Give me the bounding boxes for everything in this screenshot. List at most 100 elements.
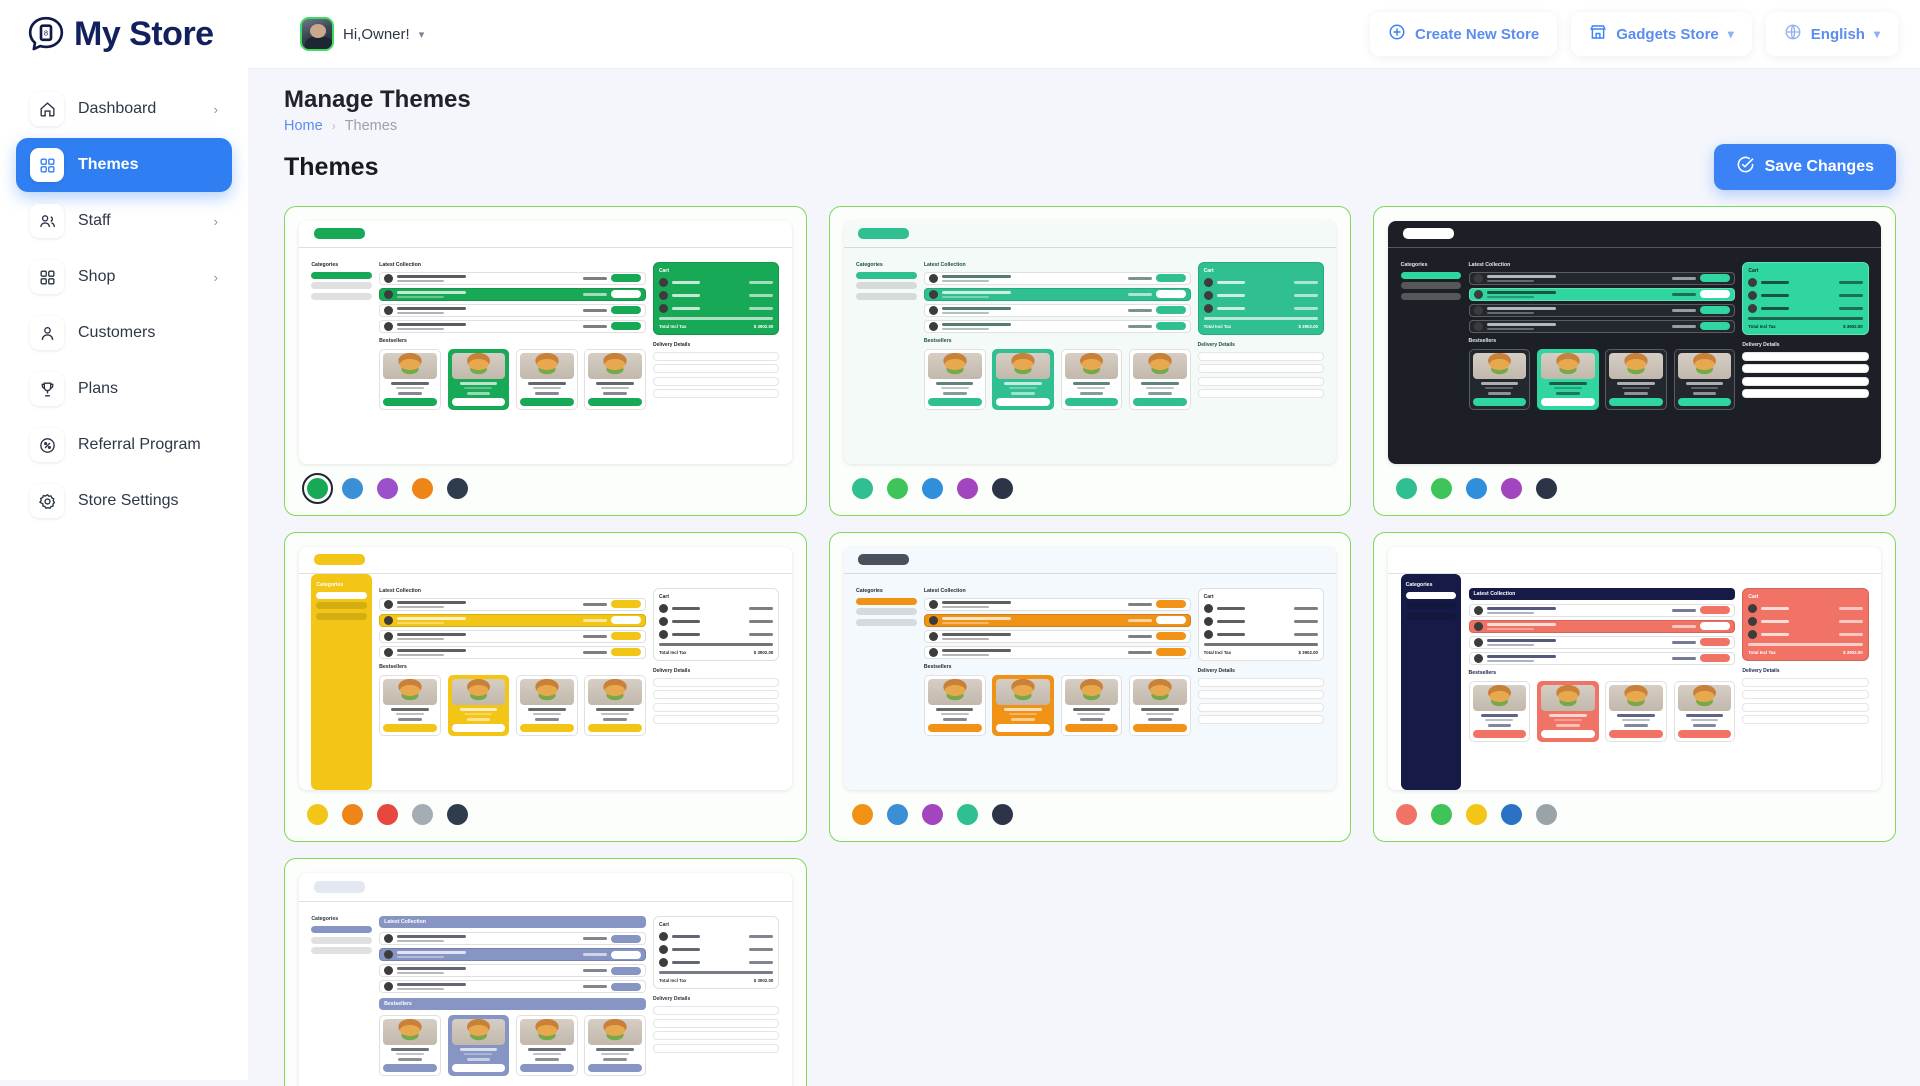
preview-cart-row xyxy=(658,616,774,626)
color-swatch[interactable] xyxy=(956,478,978,499)
theme-card[interactable]: Categories Latest Collection Bestsellers Ca… xyxy=(284,206,807,516)
theme-color-swatches xyxy=(1388,464,1881,501)
color-swatch[interactable] xyxy=(1536,478,1558,499)
color-swatch[interactable] xyxy=(851,804,873,825)
user-menu[interactable]: Hi,Owner! ▾ xyxy=(300,17,424,51)
preview-cart-label: Cart xyxy=(1748,593,1759,600)
color-swatch[interactable] xyxy=(991,804,1013,825)
color-swatch[interactable] xyxy=(1536,804,1558,825)
breadcrumb-home[interactable]: Home xyxy=(284,118,323,134)
preview-logo xyxy=(858,554,910,566)
preview-cart-row xyxy=(1748,303,1863,313)
preview-product-row xyxy=(923,645,1191,659)
color-swatch[interactable] xyxy=(851,478,873,499)
preview-row-text xyxy=(941,632,1124,640)
color-swatch[interactable] xyxy=(447,478,468,499)
color-swatch[interactable] xyxy=(342,804,363,825)
sidebar-item-store-settings[interactable]: Store Settings xyxy=(16,474,232,528)
theme-color-swatches xyxy=(299,790,792,827)
preview-category-chip xyxy=(855,271,917,279)
color-swatch[interactable] xyxy=(886,804,908,825)
preview-product-card xyxy=(1128,348,1191,410)
preview-bestsellers-label: Bestsellers xyxy=(379,998,646,1011)
theme-card[interactable]: Categories Latest Collection Bestsellers Ca… xyxy=(828,532,1352,842)
preview-cta xyxy=(1677,397,1732,406)
theme-card[interactable]: Categories Latest Collection Bestsellers Ca… xyxy=(284,532,807,842)
sidebar-item-plans[interactable]: Plans xyxy=(16,362,232,416)
theme-preview-frame: Categories Latest Collection Bestsellers Ca… xyxy=(299,547,792,790)
color-swatch[interactable] xyxy=(1396,804,1418,825)
preview-add-button xyxy=(610,322,641,331)
sidebar-item-shop[interactable]: Shop › xyxy=(16,250,232,304)
color-swatch[interactable] xyxy=(412,804,433,825)
preview-row-price xyxy=(582,276,607,280)
color-swatch[interactable] xyxy=(447,804,468,825)
preview-cart-row xyxy=(658,277,774,287)
preview-cart-row xyxy=(1203,290,1319,300)
preview-add-button xyxy=(1155,648,1186,657)
store-icon xyxy=(1589,23,1607,45)
color-swatch[interactable] xyxy=(886,478,908,499)
theme-card[interactable]: Categories Latest Collection Bestsellers Ca… xyxy=(284,858,807,1086)
section-title: Themes xyxy=(284,152,379,181)
color-swatch[interactable] xyxy=(1466,478,1488,499)
color-swatch[interactable] xyxy=(921,478,943,499)
preview-cart-row xyxy=(1748,290,1863,300)
color-swatch[interactable] xyxy=(377,478,398,499)
preview-avatar xyxy=(384,273,394,283)
save-changes-button[interactable]: Save Changes xyxy=(1713,144,1896,190)
preview-product-card xyxy=(923,674,986,736)
color-swatch[interactable] xyxy=(1396,478,1418,499)
globe-icon xyxy=(1784,23,1802,45)
preview-avatar xyxy=(384,289,394,299)
preview-avatar xyxy=(384,321,394,331)
preview-row-text xyxy=(941,322,1124,330)
preview-category-chip xyxy=(1400,282,1462,290)
preview-add-button xyxy=(1700,606,1731,615)
color-swatch[interactable] xyxy=(412,478,433,499)
chevron-down-icon: ▾ xyxy=(1873,27,1880,41)
color-swatch[interactable] xyxy=(342,478,363,499)
preview-cart: Cart Total Incl Tax $ 3902.00 xyxy=(1742,261,1869,335)
preview-product-image xyxy=(588,678,642,705)
preview-categories-label: Categories xyxy=(1405,581,1433,588)
theme-card[interactable]: Categories Latest Collection Bestsellers Ca… xyxy=(828,206,1352,516)
brand-logo[interactable]: 8 My Store xyxy=(0,14,286,54)
preview-cart-row xyxy=(658,958,774,968)
color-swatch[interactable] xyxy=(1501,804,1523,825)
color-swatch[interactable] xyxy=(1466,804,1488,825)
preview-product-image xyxy=(1064,352,1119,379)
preview-product-row xyxy=(379,303,646,317)
preview-categories-label: Categories xyxy=(855,587,883,594)
color-swatch[interactable] xyxy=(1431,804,1453,825)
preview-cta xyxy=(588,1064,642,1073)
color-swatch[interactable] xyxy=(377,804,398,825)
color-swatch[interactable] xyxy=(991,478,1013,499)
preview-body: Categories Latest Collection Bestsellers Ca… xyxy=(1388,248,1881,464)
preview-category-chip xyxy=(1400,292,1462,300)
sidebar-item-dashboard[interactable]: Dashboard › xyxy=(16,82,232,136)
preview-add-button xyxy=(1700,322,1731,331)
preview-cart-label: Cart xyxy=(658,922,669,929)
sidebar-item-staff[interactable]: Staff › xyxy=(16,194,232,248)
preview-product-image xyxy=(588,1019,642,1046)
create-new-store-button[interactable]: Create New Store xyxy=(1370,12,1558,56)
theme-card[interactable]: Categories Latest Collection Bestsellers Ca… xyxy=(1373,206,1896,516)
store-selector-button[interactable]: Gadgets Store ▾ xyxy=(1571,12,1752,56)
color-swatch[interactable] xyxy=(302,473,333,504)
preview-body: Categories Latest Collection Bestsellers Ca… xyxy=(844,574,1337,790)
sidebar-item-referral-program[interactable]: Referral Program xyxy=(16,418,232,472)
sidebar-item-customers[interactable]: Customers xyxy=(16,306,232,360)
preview-product-card xyxy=(379,1015,441,1077)
preview-avatar xyxy=(1473,621,1483,631)
color-swatch[interactable] xyxy=(1501,478,1523,499)
preview-product-card xyxy=(1673,680,1736,742)
theme-card[interactable]: Categories Latest Collection Bestsellers Ca… xyxy=(1373,532,1896,842)
sidebar-item-themes[interactable]: Themes xyxy=(16,138,232,192)
preview-sidebar: Categories xyxy=(311,248,373,464)
color-swatch[interactable] xyxy=(956,804,978,825)
color-swatch[interactable] xyxy=(921,804,943,825)
language-selector-button[interactable]: English ▾ xyxy=(1765,12,1898,56)
color-swatch[interactable] xyxy=(307,804,328,825)
color-swatch[interactable] xyxy=(1431,478,1453,499)
